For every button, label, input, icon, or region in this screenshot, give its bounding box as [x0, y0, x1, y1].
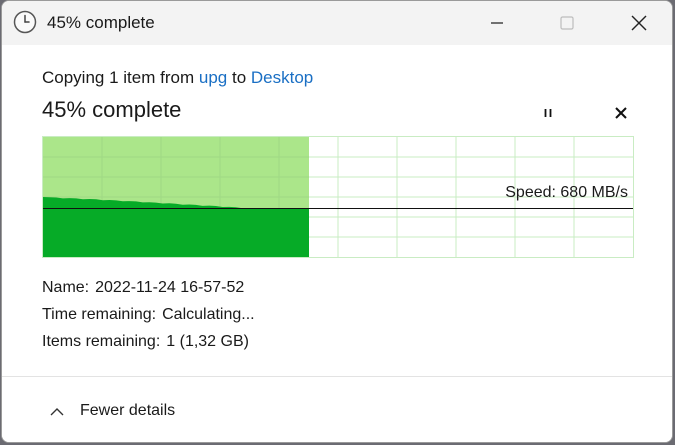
items-remaining-value: 1 (1,32 GB) — [166, 333, 249, 350]
speed-label: Speed: 680 MB/s — [505, 184, 628, 201]
pause-button[interactable] — [536, 101, 560, 125]
maximize-button[interactable] — [544, 1, 590, 45]
detail-time-remaining: Time remaining: Calculating... — [42, 306, 255, 324]
minimize-icon — [491, 22, 503, 24]
destination-folder-link[interactable]: Desktop — [251, 68, 313, 87]
copy-progress-dialog: 45% complete Copying 1 item from upg to … — [1, 0, 673, 443]
minimize-button[interactable] — [474, 1, 520, 45]
cancel-button[interactable] — [609, 101, 633, 125]
maximize-icon — [560, 16, 574, 30]
title-bar[interactable]: 45% complete — [2, 1, 672, 45]
detail-name: Name: 2022-11-24 16-57-52 — [42, 279, 244, 297]
items-remaining-label: Items remaining: — [42, 333, 161, 350]
time-remaining-label: Time remaining: — [42, 306, 157, 323]
chevron-up-icon — [50, 408, 64, 416]
progress-heading: 45% complete — [42, 97, 182, 122]
copy-prefix: Copying 1 item from — [42, 68, 195, 87]
window-title: 45% complete — [47, 13, 155, 32]
copy-connector: to — [231, 68, 247, 87]
dialog-footer: Fewer details — [2, 376, 672, 442]
pause-icon — [544, 109, 552, 117]
name-label: Name: — [42, 279, 90, 296]
clock-icon — [13, 10, 37, 34]
copy-description: Copying 1 item from upg to Desktop — [42, 68, 313, 88]
time-remaining-value: Calculating... — [162, 306, 255, 323]
progress-content: Copying 1 item from upg to Desktop 45% c… — [2, 45, 672, 376]
detail-items-remaining: Items remaining: 1 (1,32 GB) — [42, 333, 249, 351]
close-icon — [631, 15, 647, 31]
close-button[interactable] — [616, 1, 662, 45]
fewer-details-label: Fewer details — [80, 402, 176, 419]
source-folder-link[interactable]: upg — [199, 68, 227, 87]
cancel-icon — [615, 107, 627, 119]
name-value: 2022-11-24 16-57-52 — [95, 279, 245, 296]
